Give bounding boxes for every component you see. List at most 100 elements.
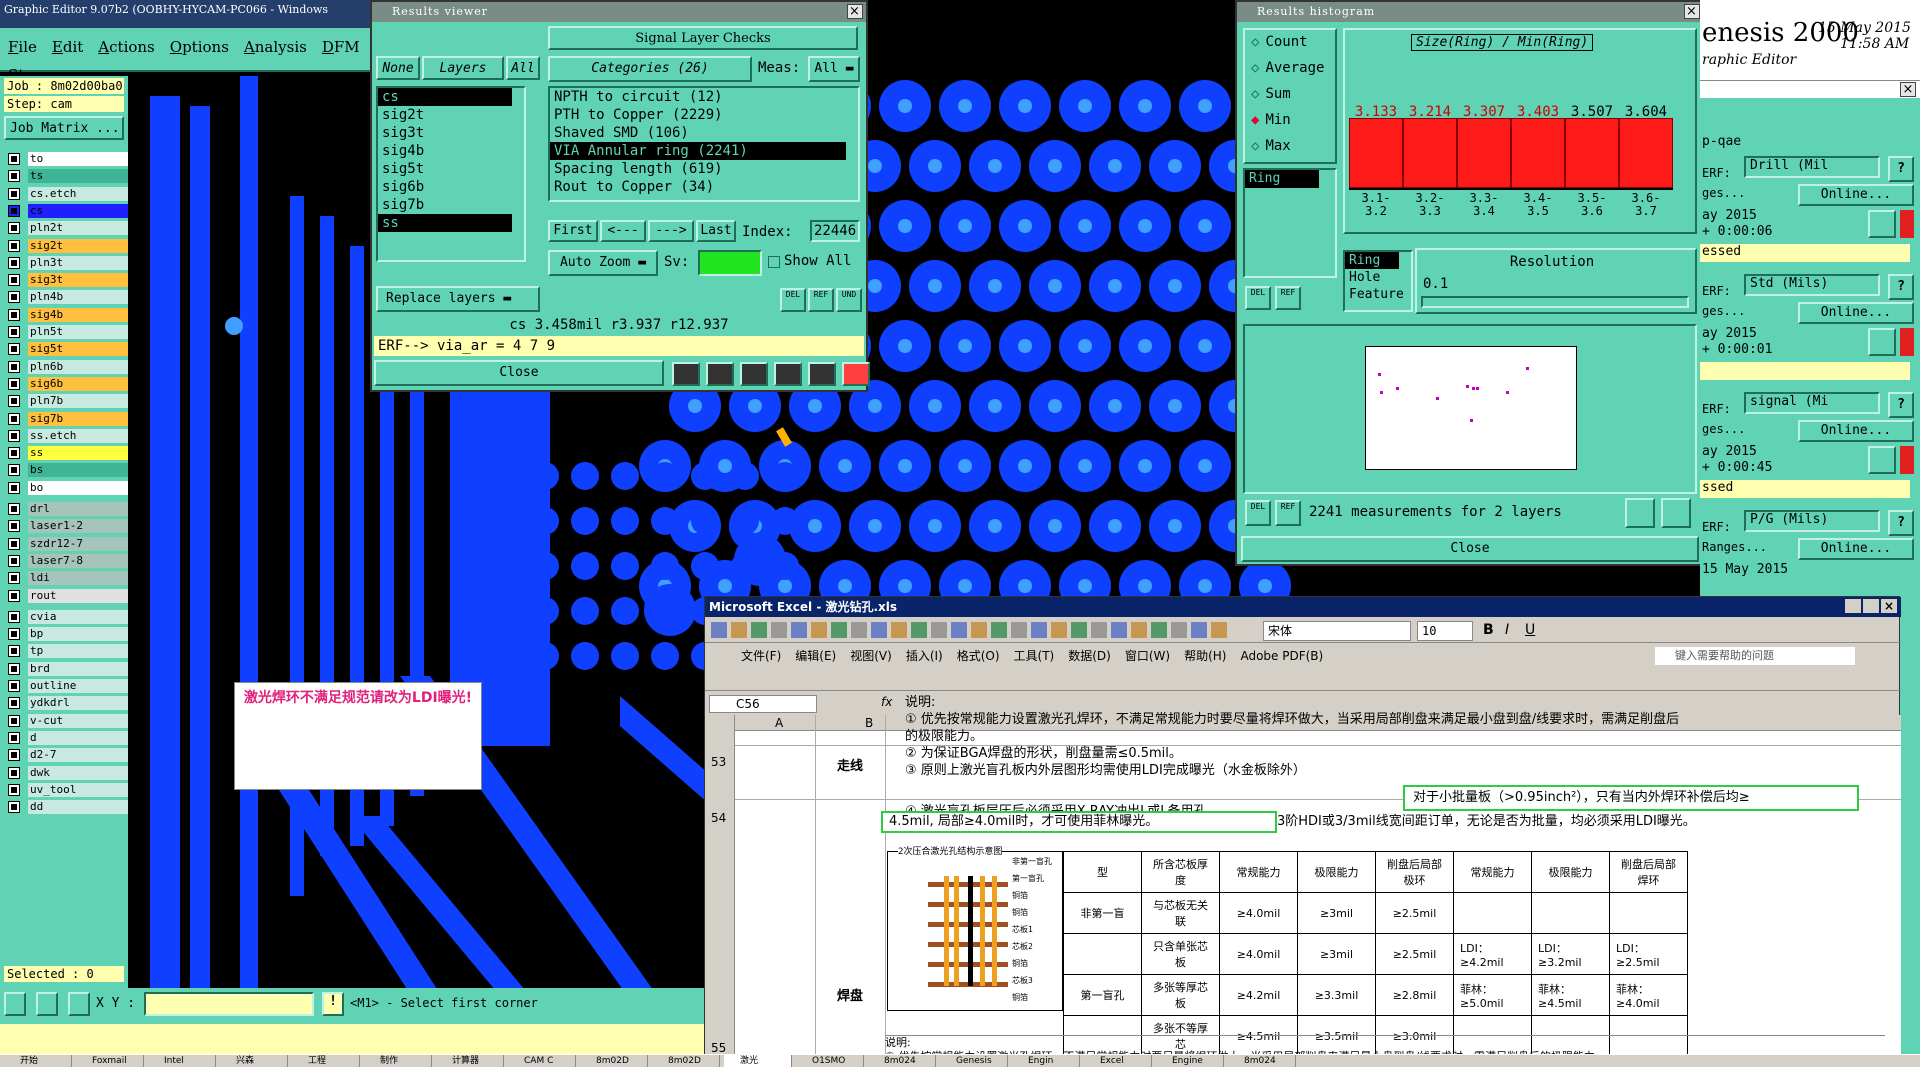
excel-menu-item[interactable]: 工具(T): [1014, 649, 1055, 663]
excel-menu-item[interactable]: 编辑(E): [795, 649, 836, 663]
zoom-icon[interactable]: [1868, 328, 1896, 356]
toolbar-icon[interactable]: [1211, 622, 1227, 638]
layer-row[interactable]: pln6b: [8, 359, 128, 374]
layer-name[interactable]: d: [28, 730, 128, 745]
none-button[interactable]: None: [376, 56, 420, 80]
taskbar-button[interactable]: 激光: [724, 1055, 792, 1067]
layer-checkbox[interactable]: [8, 481, 20, 494]
taskbar-button[interactable]: 8m024: [1228, 1055, 1296, 1067]
close-icon[interactable]: ×: [1900, 82, 1916, 97]
rv-category-item[interactable]: Rout to Copper (34): [550, 178, 846, 196]
toolbar-icon[interactable]: [891, 622, 907, 638]
layer-row[interactable]: rout: [8, 588, 128, 603]
layer-row[interactable]: ss: [8, 446, 128, 461]
layer-name[interactable]: outline: [28, 679, 128, 693]
table-cell[interactable]: LDI：≥4.2mil: [1453, 933, 1532, 975]
alert-icon[interactable]: [1900, 446, 1914, 474]
excel-menu-item[interactable]: 格式(O): [957, 649, 1000, 663]
excel-menu-item[interactable]: Adobe PDF(B): [1240, 649, 1323, 663]
toolbar-icon[interactable]: [731, 622, 747, 638]
excel-menu-item[interactable]: 视图(V): [850, 649, 892, 663]
toolbar-icon[interactable]: [871, 622, 887, 638]
rv-category-item[interactable]: VIA Annular ring (2241): [550, 142, 846, 160]
layer-row[interactable]: pln7b: [8, 394, 128, 409]
layer-name[interactable]: sig3t: [28, 273, 128, 288]
layer-row[interactable]: sig4b: [8, 307, 128, 322]
replace-layers-button[interactable]: Replace layers ▬: [376, 286, 540, 312]
excel-menu-item[interactable]: 插入(I): [906, 649, 943, 663]
layer-row[interactable]: drl: [8, 502, 128, 516]
layer-row[interactable]: ts: [8, 169, 128, 184]
table-cell[interactable]: [1531, 892, 1610, 934]
table-header-cell[interactable]: 常规能力: [1219, 851, 1298, 893]
rv-layer-item[interactable]: sig2t: [378, 106, 512, 124]
job-matrix-button[interactable]: Job Matrix ...: [4, 116, 124, 140]
toolbar-icon[interactable]: [851, 622, 867, 638]
menu-edit[interactable]: Edit: [44, 28, 90, 56]
layer-checkbox[interactable]: [8, 697, 20, 710]
excel-menu-item[interactable]: 窗口(W): [1125, 649, 1170, 663]
categories-button[interactable]: Categories (26): [548, 56, 752, 82]
list-icon[interactable]: [808, 362, 836, 386]
toolbar-icon[interactable]: [951, 622, 967, 638]
layer-row[interactable]: tp: [8, 644, 128, 659]
size-select[interactable]: 10: [1417, 621, 1473, 641]
taskbar-button[interactable]: 制作: [364, 1055, 432, 1067]
alert-icon[interactable]: !: [322, 992, 344, 1016]
layer-row[interactable]: bo: [8, 480, 128, 495]
table-cell[interactable]: 第一盲孔: [1063, 974, 1142, 1016]
grid-icon[interactable]: [68, 992, 90, 1016]
layer-name[interactable]: ss: [28, 446, 128, 461]
layer-name[interactable]: pln7b: [28, 394, 128, 409]
layer-checkbox[interactable]: [8, 731, 20, 744]
meas-select[interactable]: All ▬: [808, 56, 860, 82]
table-cell[interactable]: 非第一盲: [1063, 892, 1142, 934]
chart-icon[interactable]: [842, 362, 870, 386]
layer-name[interactable]: bp: [28, 627, 128, 642]
layer-name[interactable]: pln6b: [28, 359, 128, 374]
layer-checkbox[interactable]: [8, 714, 20, 727]
toolbar-icon[interactable]: [931, 622, 947, 638]
rv-category-list[interactable]: NPTH to circuit (12) PTH to Copper (2229)…: [548, 86, 860, 202]
toolbar-icon[interactable]: [1111, 622, 1127, 638]
layer-checkbox[interactable]: [8, 343, 20, 356]
attr-item[interactable]: Hole: [1345, 269, 1399, 286]
layer-name[interactable]: ldi: [28, 571, 128, 586]
table-header-cell[interactable]: 常规能力: [1453, 851, 1532, 893]
clear-icon[interactable]: [740, 362, 768, 386]
layer-name[interactable]: to: [28, 152, 128, 166]
layer-name[interactable]: ss.etch: [28, 428, 128, 443]
menu-file[interactable]: File: [0, 28, 44, 56]
layer-name[interactable]: uv_tool: [28, 782, 128, 797]
attr-selector[interactable]: Ring Hole Feature: [1343, 250, 1413, 312]
rv-layer-item[interactable]: cs: [378, 88, 512, 106]
layer-checkbox[interactable]: [8, 308, 20, 321]
taskbar-button[interactable]: Engine: [1156, 1055, 1224, 1067]
layer-row[interactable]: sig7b: [8, 411, 128, 426]
layer-name[interactable]: pln2t: [28, 221, 128, 236]
layer-name[interactable]: rout: [28, 588, 128, 603]
erf-select[interactable]: P/G (Mils): [1744, 510, 1880, 532]
row-54[interactable]: 54: [711, 811, 726, 825]
taskbar-button[interactable]: Excel: [1084, 1055, 1152, 1067]
layer-checkbox[interactable]: [8, 554, 20, 567]
excel-menu-item[interactable]: 文件(F): [741, 649, 781, 663]
layer-name[interactable]: brd: [28, 661, 128, 676]
taskbar-button[interactable]: O1SMO: [796, 1055, 864, 1067]
table-header-cell[interactable]: 极限能力: [1531, 851, 1610, 893]
layer-row[interactable]: d2-7: [8, 748, 128, 763]
toolbar-icon[interactable]: [991, 622, 1007, 638]
layer-checkbox[interactable]: [8, 749, 20, 762]
rv-layer-item[interactable]: ss: [378, 214, 512, 232]
table-cell[interactable]: ≥4.0mil: [1219, 933, 1298, 975]
layer-row[interactable]: d: [8, 730, 128, 745]
rv-layer-item[interactable]: sig4b: [378, 142, 512, 160]
erf-select[interactable]: Std (Mils): [1744, 274, 1880, 296]
radio-icon[interactable]: ◇: [1251, 138, 1259, 154]
table-cell[interactable]: ≥3mil: [1297, 892, 1376, 934]
rv-layer-item[interactable]: sig7b: [378, 196, 512, 214]
layer-checkbox[interactable]: [8, 239, 20, 252]
taskbar-button[interactable]: 兴森: [220, 1055, 288, 1067]
menu-dfm[interactable]: DFM: [314, 28, 367, 56]
layer-row[interactable]: ss.etch: [8, 428, 128, 443]
